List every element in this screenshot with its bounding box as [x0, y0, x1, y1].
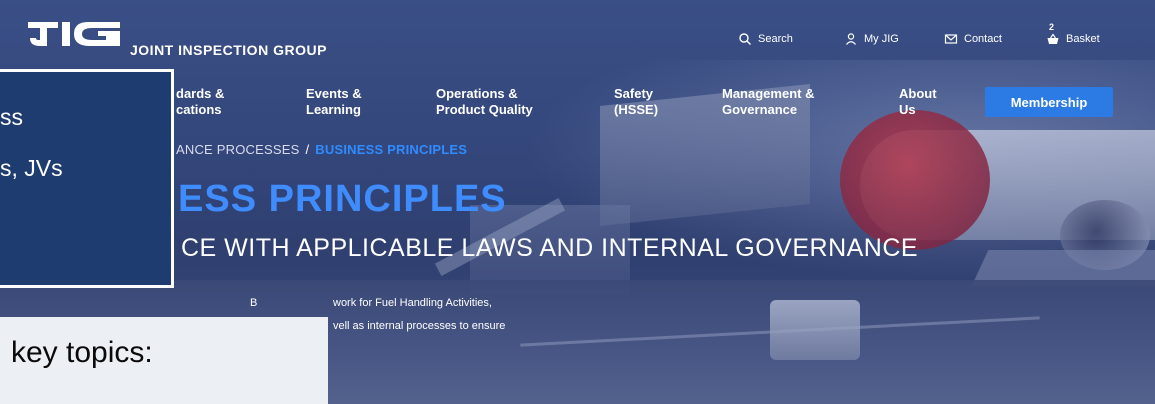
contact-link[interactable]: Contact — [944, 32, 1002, 46]
nav-about-line-2: Us — [899, 102, 916, 117]
basket-link[interactable]: Basket — [1046, 32, 1100, 46]
overlay-line-1: ss — [0, 104, 23, 130]
breadcrumb-separator: / — [305, 142, 310, 157]
nav-safety-line-1: Safety — [614, 86, 654, 101]
mail-icon — [944, 34, 958, 44]
breadcrumb: ANCE PROCESSES / BUSINESS PRINCIPLES — [176, 142, 467, 157]
nav-operations-line-1: Operations & — [436, 86, 518, 101]
nav-events-line-2: Learning — [306, 102, 361, 117]
page-subtitle: CE WITH APPLICABLE LAWS AND INTERNAL GOV… — [181, 234, 919, 262]
basket-count-badge: 2 — [1049, 22, 1055, 32]
basket-label: Basket — [1066, 33, 1100, 45]
nav-about-line-1: About — [899, 86, 937, 101]
description-line-1: work for Fuel Handling Activities, — [333, 297, 492, 309]
nav-safety-line-2: (HSSE) — [614, 102, 659, 117]
key-topics-callout: key topics: — [0, 317, 328, 404]
nav-about-us[interactable]: About Us — [899, 86, 937, 118]
jig-logo[interactable] — [28, 20, 120, 48]
overlay-callout-box: ss s, JVs — [0, 69, 174, 288]
search-label: Search — [758, 33, 793, 45]
breadcrumb-parent-link[interactable]: ANCE PROCESSES — [176, 142, 299, 157]
brand-name[interactable]: JOINT INSPECTION GROUP — [130, 42, 327, 58]
overlay-line-2: s, JVs — [0, 155, 63, 181]
description-fragment: B — [250, 297, 258, 309]
contact-label: Contact — [964, 33, 1002, 45]
nav-events-line-1: Events & — [306, 86, 362, 101]
my-jig-label: My JIG — [864, 33, 899, 45]
nav-management-line-1: Management & — [722, 86, 815, 101]
user-icon — [846, 33, 856, 45]
key-topics-text: key topics: — [11, 336, 153, 369]
description-line-2: vell as internal processes to ensure — [333, 320, 506, 332]
nav-standards-line-2: cations — [176, 102, 222, 117]
basket-icon — [1047, 33, 1059, 44]
membership-button[interactable]: Membership — [985, 87, 1113, 117]
nav-operations-line-2: Product Quality — [436, 102, 533, 117]
search-icon — [739, 33, 751, 45]
nav-safety-hsse[interactable]: Safety (HSSE) — [614, 86, 658, 118]
my-jig-link[interactable]: My JIG — [844, 32, 899, 46]
search-link[interactable]: Search — [738, 32, 793, 46]
nav-management-line-2: Governance — [722, 102, 798, 117]
breadcrumb-current: BUSINESS PRINCIPLES — [315, 142, 468, 157]
nav-events-learning[interactable]: Events & Learning — [306, 86, 362, 118]
ground-vehicle-image — [770, 300, 860, 360]
nav-standards-publications[interactable]: dards & cations — [176, 86, 224, 118]
page-title: ESS PRINCIPLES — [178, 178, 507, 220]
nav-management-governance[interactable]: Management & Governance — [722, 86, 814, 118]
airplane-nose-image — [840, 110, 990, 250]
nav-standards-line-1: dards & — [176, 86, 225, 101]
nav-operations-product-quality[interactable]: Operations & Product Quality — [436, 86, 533, 118]
